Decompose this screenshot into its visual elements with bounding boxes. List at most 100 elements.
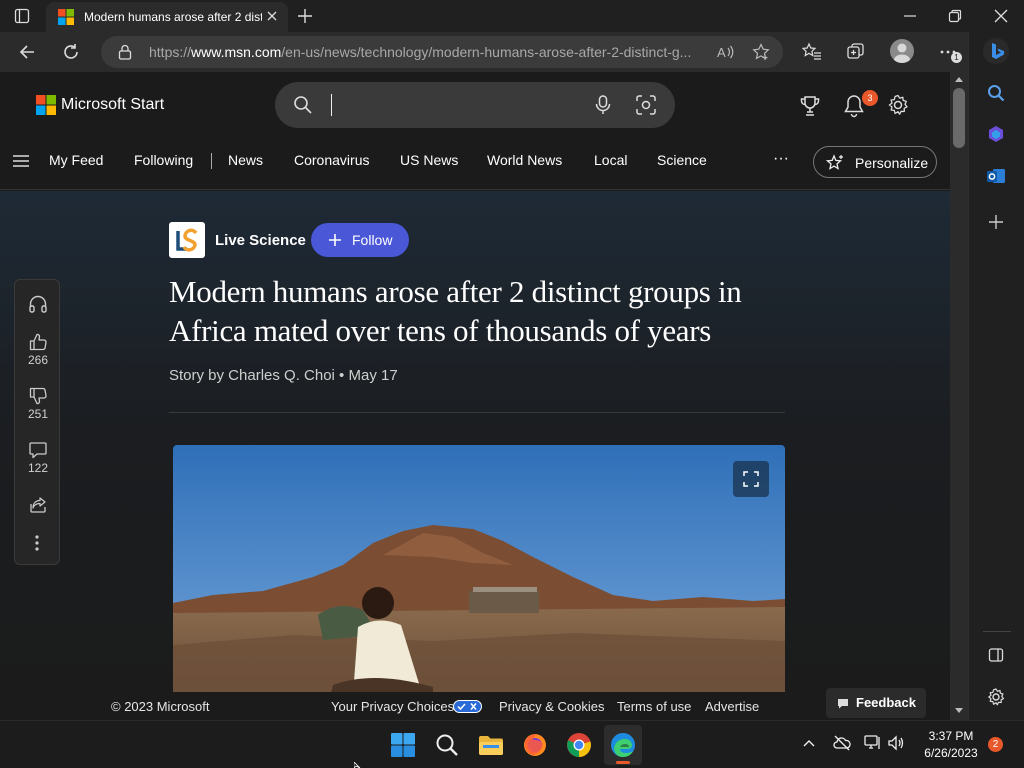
nav-item-local[interactable]: Local — [594, 152, 627, 168]
mouse-cursor-icon — [354, 762, 362, 768]
clock-date[interactable]: 6/26/2023 — [919, 746, 983, 760]
edge-sidebar — [968, 32, 1024, 720]
follow-button[interactable]: Follow — [311, 223, 409, 257]
privacy-toggle-icon[interactable] — [453, 700, 482, 713]
minimize-icon[interactable] — [903, 9, 917, 23]
site-footer: © 2023 Microsoft Your Privacy Choices Pr… — [0, 688, 950, 720]
live-science-logo[interactable] — [169, 222, 205, 258]
add-favorite-icon[interactable] — [752, 43, 770, 61]
copilot-icon[interactable] — [986, 124, 1006, 144]
tab-actions-icon[interactable] — [14, 8, 30, 24]
edge-taskbar-active[interactable] — [604, 725, 642, 765]
read-aloud-icon[interactable]: A — [717, 44, 735, 60]
advertise-link[interactable]: Advertise — [705, 699, 759, 714]
scroll-down-arrow-icon[interactable] — [955, 708, 963, 714]
plus-icon — [328, 233, 342, 247]
menu-badge: 1 — [951, 52, 962, 63]
settings-gear-icon[interactable] — [887, 94, 909, 116]
outlook-icon[interactable] — [986, 166, 1006, 186]
scroll-thumb[interactable] — [953, 88, 965, 148]
close-window-icon[interactable] — [994, 9, 1008, 23]
favorites-icon[interactable] — [802, 42, 822, 62]
publisher-name[interactable]: Live Science — [215, 232, 306, 249]
volume-icon[interactable] — [887, 735, 905, 751]
nav-item-following[interactable]: Following — [134, 152, 193, 168]
privacy-cookies-link[interactable]: Privacy & Cookies — [499, 699, 604, 714]
url-text[interactable]: https://www.msn.com/en-us/news/technolog… — [149, 44, 709, 60]
search-caret — [331, 94, 332, 116]
add-sidebar-app-icon[interactable] — [988, 214, 1004, 230]
comment-icon[interactable] — [28, 440, 48, 460]
taskbar-search-icon[interactable] — [433, 731, 461, 759]
more-options-icon[interactable] — [34, 534, 40, 552]
windows-taskbar: 3:37 PM 6/26/2023 2 — [0, 720, 1024, 768]
fullscreen-button[interactable] — [733, 461, 769, 497]
rewards-trophy-icon[interactable] — [800, 95, 820, 117]
hide-sidebar-icon[interactable] — [988, 647, 1004, 663]
microphone-icon[interactable] — [595, 95, 611, 115]
lock-icon[interactable] — [118, 44, 132, 60]
address-bar[interactable]: https://www.msn.com/en-us/news/technolog… — [101, 36, 783, 68]
hamburger-menu-icon[interactable] — [12, 154, 30, 168]
scroll-up-arrow-icon[interactable] — [955, 76, 963, 82]
feedback-label: Feedback — [856, 695, 916, 710]
follow-label: Follow — [352, 232, 393, 248]
search-box[interactable] — [275, 82, 675, 128]
nav-more-button[interactable]: ··· — [773, 150, 789, 168]
firefox-icon[interactable] — [521, 731, 549, 759]
privacy-choices-link[interactable]: Your Privacy Choices — [331, 699, 454, 714]
microsoft-logo-icon[interactable] — [36, 95, 56, 115]
nav-item-science[interactable]: Science — [657, 152, 707, 168]
feedback-icon — [837, 698, 849, 709]
brand-name[interactable]: Microsoft Start — [61, 96, 164, 114]
chrome-icon[interactable] — [565, 731, 593, 759]
site-header: Microsoft Start 3 My Feed Following News… — [0, 72, 950, 190]
notification-center-badge[interactable]: 2 — [988, 737, 1003, 752]
restore-icon[interactable] — [948, 9, 962, 23]
profile-avatar[interactable] — [890, 39, 914, 63]
back-arrow-icon[interactable] — [18, 43, 36, 61]
edge-running-indicator — [616, 761, 630, 764]
personalize-label: Personalize — [855, 155, 929, 171]
notification-badge: 3 — [862, 90, 878, 106]
personalize-button[interactable]: Personalize — [813, 146, 937, 178]
feedback-button[interactable]: Feedback — [826, 688, 926, 718]
nav-item-coronavirus[interactable]: Coronavirus — [294, 152, 369, 168]
sidebar-search-icon[interactable] — [987, 84, 1005, 102]
browser-toolbar: https://www.msn.com/en-us/news/technolog… — [0, 32, 968, 72]
web-page: Microsoft Start 3 My Feed Following News… — [0, 72, 950, 720]
bing-chat-icon[interactable] — [983, 38, 1009, 64]
new-tab-icon[interactable] — [297, 8, 313, 24]
sparkle-star-icon — [826, 154, 844, 172]
headphones-listen-icon[interactable] — [28, 294, 48, 314]
file-explorer-icon[interactable] — [477, 731, 505, 759]
byline-divider — [169, 412, 785, 413]
terms-of-use-link[interactable]: Terms of use — [617, 699, 691, 714]
windows-start-icon[interactable] — [389, 731, 417, 759]
visual-search-icon[interactable] — [636, 95, 656, 115]
nav-item-us-news[interactable]: US News — [400, 152, 458, 168]
svg-text:A: A — [717, 45, 726, 60]
like-count: 266 — [27, 353, 49, 367]
refresh-icon[interactable] — [62, 43, 80, 61]
clock-time[interactable]: 3:37 PM — [922, 729, 980, 743]
edge-browser-icon — [609, 731, 637, 759]
article-hero-image[interactable] — [173, 445, 785, 720]
collections-icon[interactable] — [846, 42, 866, 62]
sidebar-settings-icon[interactable] — [987, 688, 1005, 706]
onedrive-offline-icon[interactable] — [833, 735, 851, 751]
nav-item-world-news[interactable]: World News — [487, 152, 562, 168]
nav-item-my-feed[interactable]: My Feed — [49, 152, 103, 168]
search-icon[interactable] — [293, 95, 313, 115]
browser-tab-active[interactable]: Modern humans arose after 2 distinct gro… — [46, 2, 288, 32]
article-headline: Modern humans arose after 2 distinct gro… — [169, 274, 742, 348]
close-tab-icon[interactable] — [266, 10, 278, 22]
show-hidden-icons-icon[interactable] — [803, 739, 815, 747]
nav-item-news[interactable]: News — [228, 152, 263, 168]
thumbs-up-icon[interactable] — [28, 332, 48, 352]
thumbs-down-icon[interactable] — [28, 386, 48, 406]
copyright-text: © 2023 Microsoft — [111, 699, 210, 714]
share-icon[interactable] — [29, 496, 47, 514]
network-icon[interactable] — [864, 735, 882, 751]
page-scrollbar[interactable] — [950, 72, 968, 720]
